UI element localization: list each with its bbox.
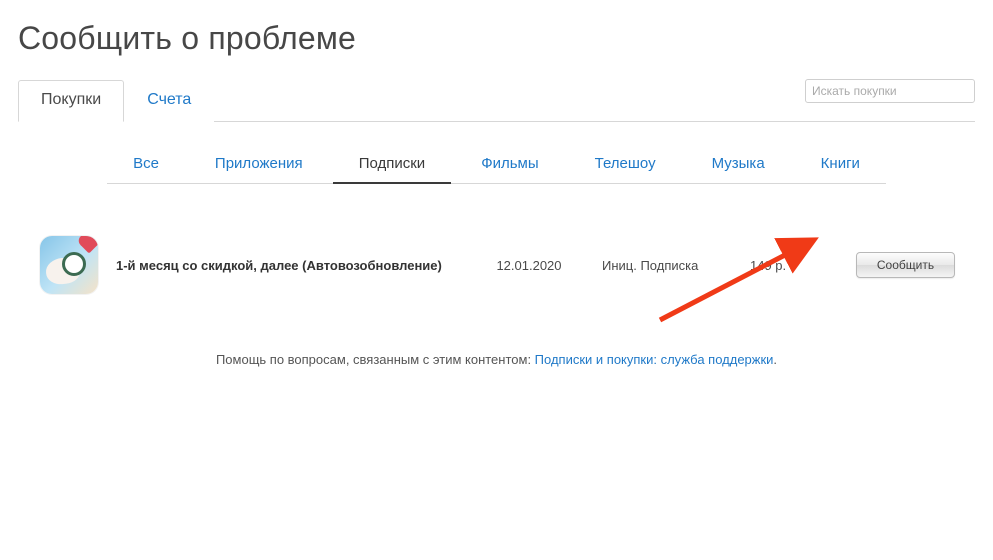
subtab-tvshows[interactable]: Телешоу <box>569 149 682 184</box>
subtab-music[interactable]: Музыка <box>686 149 791 184</box>
purchase-title: 1-й месяц со скидкой, далее (Автовозобно… <box>116 258 456 273</box>
help-text: Помощь по вопросам, связанным с этим кон… <box>18 352 975 367</box>
subtab-all[interactable]: Все <box>107 149 185 184</box>
top-bar: Покупки Счета <box>18 79 975 122</box>
heart-icon <box>81 237 98 254</box>
subtab-movies[interactable]: Фильмы <box>455 149 564 184</box>
purchase-row: 1-й месяц со скидкой, далее (Автовозобно… <box>18 236 975 294</box>
help-suffix: . <box>773 352 777 367</box>
search-input[interactable] <box>805 79 975 103</box>
report-button[interactable]: Сообщить <box>856 252 955 278</box>
app-icon <box>40 236 98 294</box>
main-tabs: Покупки Счета <box>18 79 214 121</box>
purchase-status: Иниц. Подписка <box>602 258 732 273</box>
purchase-date: 12.01.2020 <box>474 258 584 273</box>
sub-tabs: Все Приложения Подписки Фильмы Телешоу М… <box>107 148 886 184</box>
subtab-books[interactable]: Книги <box>795 149 886 184</box>
help-prefix: Помощь по вопросам, связанным с этим кон… <box>216 352 535 367</box>
purchase-price: 149 р. <box>750 258 820 273</box>
subtab-apps[interactable]: Приложения <box>189 149 329 184</box>
help-link[interactable]: Подписки и покупки: служба поддержки <box>535 352 774 367</box>
tab-purchases[interactable]: Покупки <box>18 80 124 122</box>
tab-invoices[interactable]: Счета <box>124 80 214 122</box>
subtab-subscriptions[interactable]: Подписки <box>333 149 452 184</box>
search-wrap <box>805 79 975 111</box>
page-title: Сообщить о проблеме <box>18 20 975 57</box>
sub-tabs-wrap: Все Приложения Подписки Фильмы Телешоу М… <box>18 148 975 184</box>
